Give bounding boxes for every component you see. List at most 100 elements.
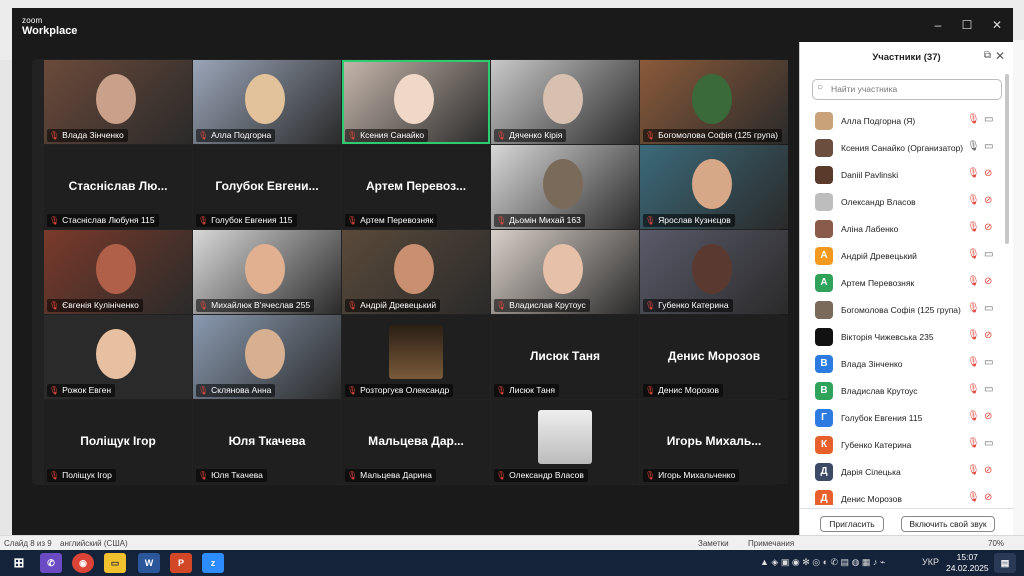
camera-icon[interactable]: ▭ [984, 114, 993, 125]
word-icon[interactable]: W [138, 553, 160, 573]
video-tile[interactable]: 🎙︎ Андрій Древецький [342, 230, 490, 314]
muted-mic-icon[interactable]: 🎙︎ [967, 438, 980, 449]
participant-row[interactable]: Вікторія Чижевська 235 🎙︎ ⊘ [800, 324, 1006, 351]
muted-mic-icon[interactable]: 🎙︎ [967, 303, 980, 314]
camera-off-icon[interactable]: ⊘ [984, 330, 992, 341]
muted-mic-icon[interactable]: 🎙︎ [967, 492, 980, 503]
video-tile[interactable]: Стасніслав Лю... 🎙︎ Стасніслав Любуня 115 [44, 145, 192, 229]
language-indicator[interactable]: английский (США) [60, 539, 128, 548]
participant-row[interactable]: Алла Подгорна (Я) 🎙︎ ▭ [800, 108, 1006, 135]
chrome-icon[interactable]: ◉ [72, 553, 94, 573]
participant-face [96, 244, 136, 294]
video-tile[interactable]: Мальцева Дар... 🎙︎ Мальцева Дарина [342, 400, 490, 484]
camera-icon[interactable]: ▭ [984, 438, 993, 449]
video-tile[interactable]: 🎙︎ Михайлюк В'ячеслав 255 [193, 230, 341, 314]
muted-mic-icon[interactable]: 🎙︎ [967, 357, 980, 368]
invite-button[interactable]: Пригласить [820, 516, 884, 532]
video-tile[interactable]: 🎙︎ Влада Зінченко [44, 60, 192, 144]
participant-row[interactable]: Д Дарія Сілецька 🎙︎ ⊘ [800, 459, 1006, 486]
camera-off-icon[interactable]: ⊘ [984, 465, 992, 476]
tile-display-name: Лисюк Таня [529, 349, 600, 363]
video-tile[interactable]: 🎙︎ Рожок Евген [44, 315, 192, 399]
language-indicator-taskbar[interactable]: УКР [922, 557, 939, 567]
powerpoint-icon[interactable]: P [170, 553, 192, 573]
video-tile[interactable]: Денис Морозов 🎙︎ Денис Морозов [640, 315, 788, 399]
video-tile[interactable]: 🎙︎ Владислав Крутоус [491, 230, 639, 314]
muted-mic-icon[interactable]: 🎙︎ [967, 384, 980, 395]
participant-row[interactable]: А Артем Перевозняк 🎙︎ ⊘ [800, 270, 1006, 297]
mic-icon[interactable]: 🎙︎ [967, 141, 980, 152]
video-tile[interactable]: 🎙︎ Губенко Катерина [640, 230, 788, 314]
maximize-button[interactable]: ☐ [957, 16, 977, 34]
video-tile[interactable]: Поліщук Ігор 🎙︎ Поліщук Ігор [44, 400, 192, 484]
muted-mic-icon[interactable]: 🎙︎ [967, 222, 980, 233]
video-tile[interactable]: Юля Ткачева 🎙︎ Юля Ткачева [193, 400, 341, 484]
participant-row[interactable]: Богомолова Софія (125 група) 🎙︎ ▭ [800, 297, 1006, 324]
minimize-button[interactable]: – [928, 16, 948, 34]
notes-button[interactable]: Заметки [698, 539, 729, 548]
camera-icon[interactable]: ▭ [984, 357, 993, 368]
video-tile[interactable]: Лисюк Таня 🎙︎ Лисюк Таня [491, 315, 639, 399]
participant-row[interactable]: Д Денис Морозов 🎙︎ ⊘ [800, 486, 1006, 505]
video-tile[interactable]: 🎙︎ Склянова Анна [193, 315, 341, 399]
participant-row[interactable]: Ксения Санайко (Организатор) 🎙︎ ▭ [800, 135, 1006, 162]
camera-off-icon[interactable]: ⊘ [984, 411, 992, 422]
camera-off-icon[interactable]: ⊘ [984, 492, 992, 503]
video-tile[interactable]: 🎙︎ Ксения Санайко [342, 60, 490, 144]
file-explorer-icon[interactable]: ▭ [104, 553, 126, 573]
viber-icon[interactable]: ✆ [40, 553, 62, 573]
muted-mic-icon[interactable]: 🎙︎ [967, 249, 980, 260]
close-button[interactable]: ✕ [987, 16, 1007, 34]
participant-row[interactable]: Daniil Pavlinski 🎙︎ ⊘ [800, 162, 1006, 189]
participant-row[interactable]: К Губенко Катерина 🎙︎ ▭ [800, 432, 1006, 459]
muted-mic-icon[interactable]: 🎙︎ [967, 114, 980, 125]
video-tile[interactable]: 🎙︎ Алла Подгорна [193, 60, 341, 144]
camera-off-icon[interactable]: ⊘ [984, 168, 992, 179]
camera-icon[interactable]: ▭ [984, 249, 993, 260]
video-tile[interactable]: Игорь Михаль... 🎙︎ Игорь Михальченко [640, 400, 788, 484]
participants-scrollbar[interactable] [1005, 74, 1009, 244]
zoom-taskbar-icon[interactable]: z [202, 553, 224, 573]
camera-icon[interactable]: ▭ [984, 141, 993, 152]
tray-icons[interactable]: ▲ ◈ ▣ ◉ ✻ ◎ ◐ ✆ ▤ ◍ ▦ ♪ ⌁ [760, 557, 885, 568]
camera-off-icon[interactable]: ⊘ [984, 222, 992, 233]
muted-mic-icon[interactable]: 🎙︎ [967, 276, 980, 287]
video-tile[interactable]: 🎙︎ Олександр Власов [491, 400, 639, 484]
muted-mic-icon: 🎙︎ [645, 301, 656, 310]
participant-avatar: А [815, 247, 833, 265]
tile-name-label: 🎙︎ Поліщук Ігор [47, 469, 116, 482]
participant-row[interactable]: Олександр Власов 🎙︎ ⊘ [800, 189, 1006, 216]
muted-mic-icon[interactable]: 🎙︎ [967, 168, 980, 179]
zoom-level[interactable]: 70% [988, 539, 1004, 548]
video-tile[interactable]: 🎙︎ Дяченко Кірія [491, 60, 639, 144]
camera-icon[interactable]: ▭ [984, 303, 993, 314]
unmute-self-button[interactable]: Включить свой звук [901, 516, 995, 532]
search-input[interactable]: Найти участника [812, 79, 1002, 100]
participant-row[interactable]: Г Голубок Евгения 115 🎙︎ ⊘ [800, 405, 1006, 432]
camera-off-icon[interactable]: ⊘ [984, 195, 992, 206]
participant-row[interactable]: Аліна Лабенко 🎙︎ ⊘ [800, 216, 1006, 243]
camera-off-icon[interactable]: ⊘ [984, 276, 992, 287]
windows-start-icon[interactable]: ⊞ [8, 553, 30, 573]
video-tile[interactable]: 🎙︎ Розторгуєв Олександр [342, 315, 490, 399]
video-tile[interactable]: Голубок Евгени... 🎙︎ Голубок Евгения 115 [193, 145, 341, 229]
video-tile[interactable]: 🎙︎ Ярослав Кузнєцов [640, 145, 788, 229]
comments-button[interactable]: Примечания [748, 539, 794, 548]
muted-mic-icon[interactable]: 🎙︎ [967, 330, 980, 341]
video-tile[interactable]: 🎙︎ Дьомін Михай 163 [491, 145, 639, 229]
muted-mic-icon[interactable]: 🎙︎ [967, 465, 980, 476]
video-tile[interactable]: Артем Перевоз... 🎙︎ Артем Перевозняк [342, 145, 490, 229]
video-tile[interactable]: 🎙︎ Євгенія Кулініченко [44, 230, 192, 314]
video-tile[interactable]: 🎙︎ Богомолова Софія (125 група) [640, 60, 788, 144]
participant-row[interactable]: В Влада Зінченко 🎙︎ ▭ [800, 351, 1006, 378]
camera-icon[interactable]: ▭ [984, 384, 993, 395]
participant-row[interactable]: В Владислав Крутоус 🎙︎ ▭ [800, 378, 1006, 405]
popout-icon[interactable]: ⧉ [984, 50, 991, 61]
video-gallery: 🎙︎ Влада Зінченко 🎙︎ Алла Подгорна 🎙︎ Ксения … [32, 59, 788, 485]
muted-mic-icon[interactable]: 🎙︎ [967, 195, 980, 206]
muted-mic-icon[interactable]: 🎙︎ [967, 411, 980, 422]
notifications-icon[interactable]: ▤ [994, 553, 1016, 573]
participant-row[interactable]: А Андрій Древецький 🎙︎ ▭ [800, 243, 1006, 270]
clock[interactable]: 15:07 24.02.2025 [946, 552, 989, 574]
close-icon[interactable]: ✕ [995, 49, 1005, 63]
